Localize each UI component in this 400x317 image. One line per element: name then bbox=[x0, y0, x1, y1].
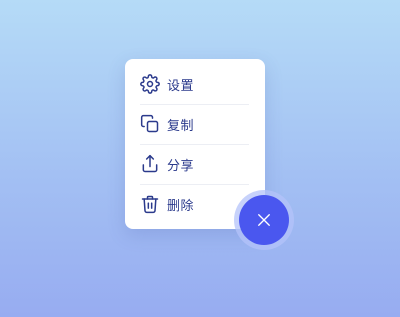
menu-item-label: 分享 bbox=[167, 158, 195, 174]
menu-item-label: 复制 bbox=[167, 118, 195, 134]
menu-item-label: 设置 bbox=[167, 78, 195, 94]
trash-icon bbox=[140, 194, 160, 214]
copy-icon bbox=[140, 114, 160, 134]
gear-icon bbox=[140, 74, 160, 94]
close-icon bbox=[258, 214, 270, 226]
close-menu-button[interactable] bbox=[239, 195, 289, 245]
share-icon bbox=[140, 154, 160, 174]
menu-item-copy[interactable]: 复制 bbox=[125, 104, 265, 144]
menu-item-share[interactable]: 分享 bbox=[125, 144, 265, 184]
menu-item-label: 删除 bbox=[167, 198, 195, 214]
menu-item-settings[interactable]: 设置 bbox=[125, 64, 265, 104]
